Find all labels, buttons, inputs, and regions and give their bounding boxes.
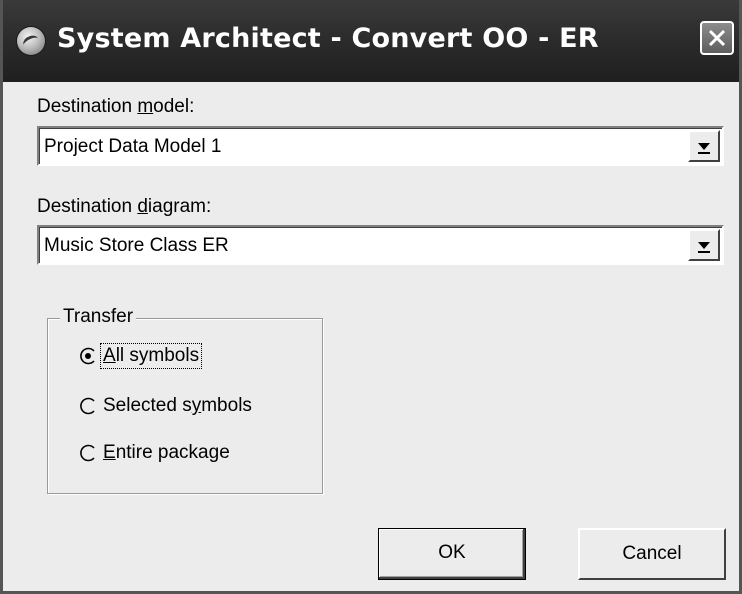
radio-selected-symbols-label: Selected symbols bbox=[103, 395, 252, 416]
destination-diagram-label: Destination diagram: bbox=[37, 196, 212, 217]
destination-diagram-dropdown[interactable]: Music Store Class ER bbox=[37, 225, 724, 265]
title-bar[interactable]: System Architect - Convert OO - ER bbox=[3, 0, 739, 82]
radio-all-symbols-label: All symbols bbox=[99, 343, 203, 369]
radio-selected-icon[interactable] bbox=[79, 347, 97, 365]
destination-diagram-dropdown-button[interactable] bbox=[688, 229, 720, 261]
destination-diagram-value: Music Store Class ER bbox=[44, 235, 229, 256]
app-icon[interactable] bbox=[17, 27, 45, 55]
destination-model-value: Project Data Model 1 bbox=[44, 136, 222, 157]
radio-entire-package-label: Entire package bbox=[103, 442, 230, 463]
destination-model-dropdown[interactable]: Project Data Model 1 bbox=[37, 126, 724, 166]
close-icon bbox=[708, 29, 726, 47]
convert-dialog-window: System Architect - Convert OO - ER Desti… bbox=[0, 0, 742, 594]
destination-model-dropdown-button[interactable] bbox=[688, 130, 720, 162]
ok-button[interactable]: OK bbox=[378, 528, 526, 580]
radio-unselected-icon[interactable] bbox=[79, 397, 97, 415]
close-button[interactable] bbox=[700, 21, 734, 55]
transfer-legend: Transfer bbox=[60, 306, 137, 328]
radio-unselected-icon[interactable] bbox=[79, 444, 97, 462]
cancel-button[interactable]: Cancel bbox=[578, 528, 726, 580]
chevron-down-icon bbox=[698, 242, 710, 253]
chevron-down-icon bbox=[698, 143, 710, 154]
destination-model-label: Destination model: bbox=[37, 96, 195, 117]
window-title: System Architect - Convert OO - ER bbox=[57, 23, 599, 54]
